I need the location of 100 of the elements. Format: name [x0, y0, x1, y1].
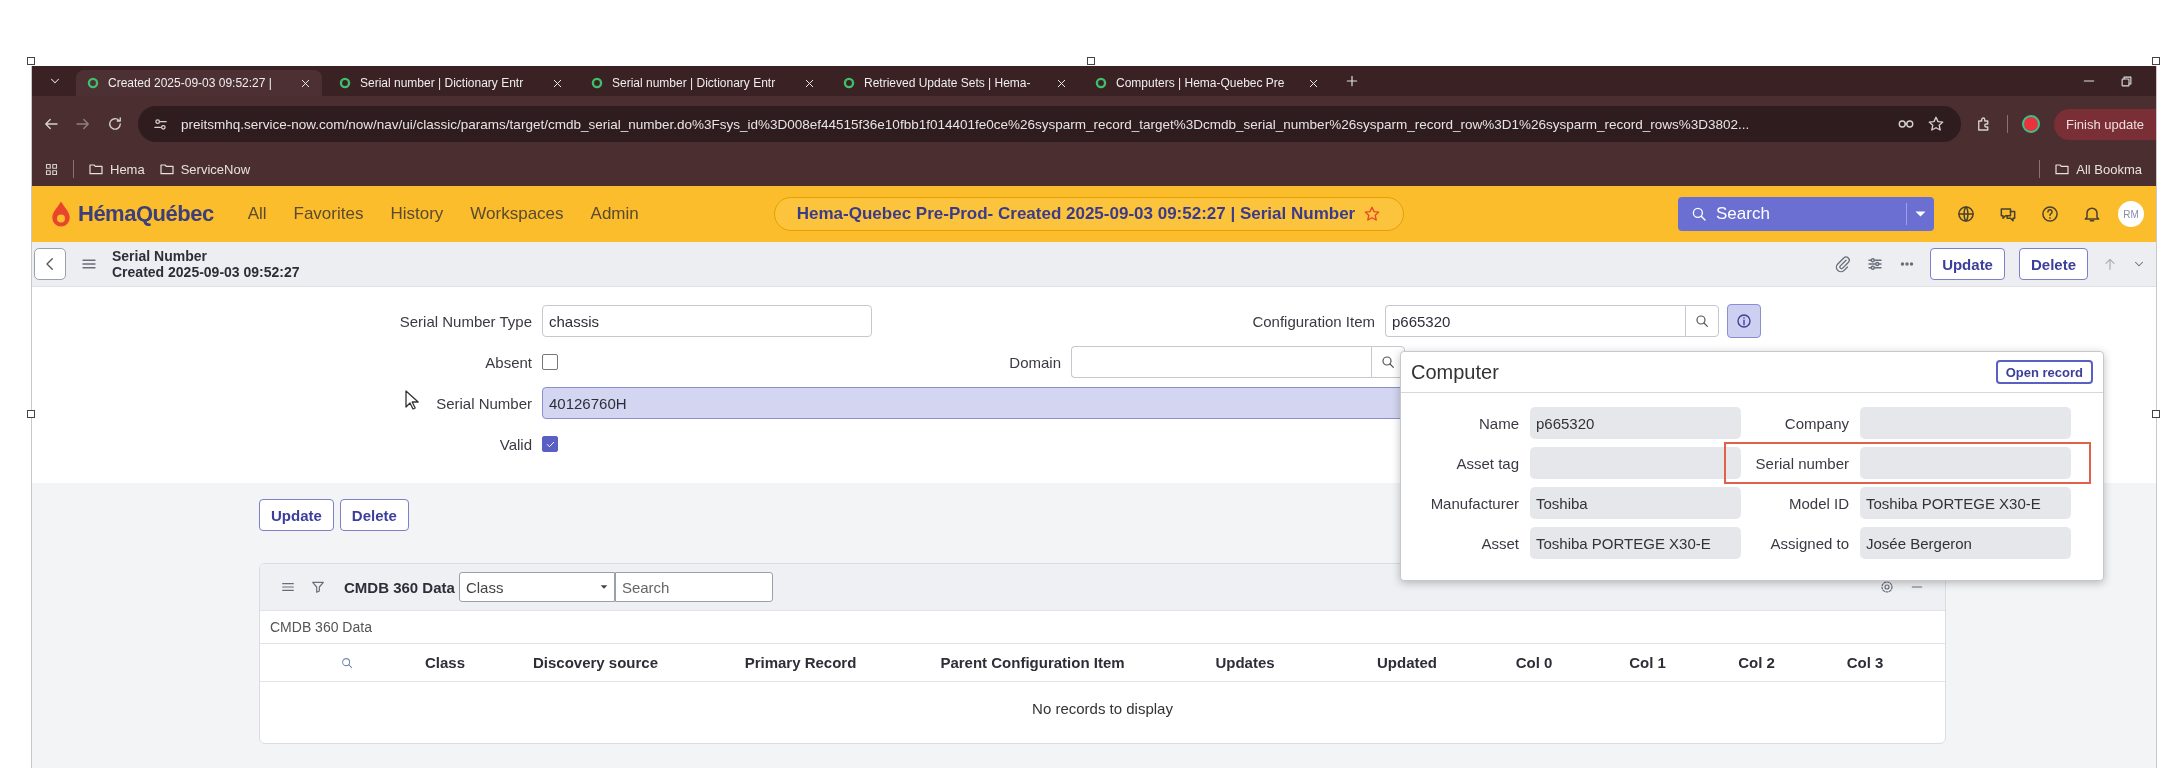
search-field[interactable]: Search — [614, 572, 773, 602]
read-only-field: Josée Bergeron — [1860, 527, 2071, 559]
column-header[interactable]: Primary Record — [744, 654, 857, 671]
resize-handle[interactable] — [2152, 410, 2160, 418]
filter-dropdown[interactable]: Class — [458, 572, 615, 602]
popup-title: Computer — [1411, 360, 1499, 384]
menu-item[interactable]: Workspaces — [470, 204, 564, 224]
info-button[interactable] — [1727, 304, 1761, 338]
action-button[interactable]: Update — [1930, 248, 2005, 280]
field-label: Serial Number — [436, 394, 532, 412]
menu-item[interactable]: All — [247, 204, 267, 224]
filter-icon[interactable] — [310, 579, 326, 595]
resize-handle[interactable] — [1087, 57, 1095, 65]
browser-tab[interactable]: Retrieved Update Sets | Hema- — [832, 70, 1078, 96]
field-label: Valid — [499, 435, 532, 453]
reference-field[interactable] — [1071, 346, 1371, 378]
column-header[interactable]: Col 2 — [1738, 654, 1775, 671]
resize-handle[interactable] — [2152, 57, 2160, 65]
menu-item[interactable]: Favorites — [293, 204, 364, 224]
caret-icon — [599, 585, 608, 589]
menu-item[interactable]: Admin — [590, 204, 639, 224]
page-title: Hema-Quebec Pre-Prod- Created 2025-09-03 09:52:27 | Serial Number — [796, 204, 1356, 224]
caret-icon — [1915, 211, 1926, 217]
new-tab-icon[interactable] — [1344, 73, 1360, 89]
search-icon — [1380, 354, 1396, 370]
browser-tab[interactable]: Serial number | Dictionary Entr — [328, 70, 574, 96]
tab-title: Retrieved Update Sets | Hema- — [864, 76, 1032, 90]
tab-title: Computers | Hema-Quebec Pre — [1116, 76, 1286, 90]
app-icon — [842, 76, 856, 90]
logo-text: HémaQuébec — [78, 201, 214, 227]
checkbox[interactable] — [542, 354, 558, 370]
field-label: Serial number — [1754, 454, 1849, 472]
browser-tab[interactable]: Serial number | Dictionary Entr — [580, 70, 826, 96]
open-record-button[interactable]: Open record — [1995, 360, 2093, 384]
reference-field[interactable]: p665320 — [1385, 305, 1685, 337]
profile-icon[interactable] — [2021, 115, 2040, 133]
column-header[interactable]: Col 0 — [1515, 654, 1553, 671]
help-icon[interactable] — [2040, 204, 2060, 224]
search-icon — [1694, 313, 1710, 329]
bookmark-folder[interactable]: All Bookma — [2054, 161, 2142, 177]
column-header[interactable]: Updated — [1377, 654, 1437, 671]
search-placeholder: Search — [1716, 204, 1771, 224]
folder-icon — [88, 161, 104, 177]
read-only-field: Toshiba PORTEGE X30-E — [1860, 487, 2071, 519]
gear-icon[interactable] — [1879, 579, 1895, 595]
form-button[interactable]: Delete — [339, 499, 409, 531]
user-avatar[interactable]: RM — [2118, 201, 2144, 227]
bookmark-star-icon[interactable] — [1926, 115, 1945, 133]
field-label: Domain — [1009, 353, 1061, 371]
field-label: Absent — [485, 353, 532, 371]
column-header[interactable]: Col 3 — [1846, 654, 1884, 671]
text-field[interactable]: chassis — [542, 305, 872, 337]
apps-icon[interactable] — [44, 161, 59, 177]
field-label: Serial Number Type — [399, 312, 532, 330]
resize-handle[interactable] — [27, 57, 35, 65]
info-icon — [1735, 312, 1753, 330]
menu-item[interactable]: History — [390, 204, 444, 224]
field-label: Company — [1783, 414, 1849, 432]
sliders-icon[interactable] — [1866, 255, 1885, 273]
reload-icon[interactable] — [106, 115, 124, 133]
column-header[interactable]: Col 1 — [1629, 654, 1666, 671]
lookup-button[interactable] — [1685, 305, 1719, 337]
app-icon — [86, 76, 100, 90]
action-button[interactable]: Delete — [2018, 248, 2088, 280]
browser-tab[interactable]: Created 2025-09-03 09:52:27 | — [76, 70, 322, 96]
checkbox[interactable] — [542, 436, 558, 452]
back-button[interactable] — [34, 248, 66, 280]
empty-message: No records to display — [1031, 698, 1174, 719]
column-header[interactable]: Class — [425, 654, 465, 671]
browser-tab[interactable]: Computers | Hema-Quebec Pre — [1084, 70, 1330, 96]
read-only-field: p665320 — [1530, 407, 1741, 439]
tab-title: Serial number | Dictionary Entr — [612, 76, 777, 90]
column-header[interactable]: Parent Configuration Item — [940, 654, 1125, 671]
favorite-star-icon[interactable] — [1363, 205, 1382, 223]
field-label: Manufacturer — [1429, 494, 1519, 512]
search-field[interactable]: Search — [1678, 197, 1934, 231]
globe-icon[interactable] — [1956, 204, 1976, 224]
bookmark-label: All Bookma — [2076, 161, 2142, 177]
finish-update-button[interactable]: Finish update — [2053, 108, 2156, 140]
column-search-icon[interactable] — [340, 655, 354, 670]
folder-icon — [158, 161, 175, 177]
record-title: Serial Number — [112, 248, 208, 264]
restore-icon[interactable] — [2119, 73, 2134, 89]
lookup-button[interactable] — [1371, 346, 1405, 378]
bookmark-label: ServiceNow — [180, 161, 251, 177]
app-icon — [590, 76, 604, 90]
bookmark-folder[interactable]: ServiceNow — [158, 161, 251, 177]
column-header[interactable]: Discovery source — [532, 654, 659, 671]
bookmark-folder[interactable]: Hema — [88, 161, 145, 177]
read-only-field: Toshiba — [1530, 487, 1741, 519]
field-label: Configuration Item — [1252, 312, 1375, 330]
form-button[interactable]: Update — [259, 499, 334, 531]
tab-title: Serial number | Dictionary Entr — [360, 76, 525, 90]
resize-handle[interactable] — [27, 410, 35, 418]
paperclip-icon[interactable] — [1834, 255, 1853, 273]
app-icon — [1094, 76, 1108, 90]
record-subtitle: Created 2025-09-03 09:52:27 — [112, 264, 300, 280]
app-icon — [338, 76, 352, 90]
bookmark-label: Hema — [110, 161, 145, 177]
column-header[interactable]: Updates — [1215, 654, 1275, 671]
